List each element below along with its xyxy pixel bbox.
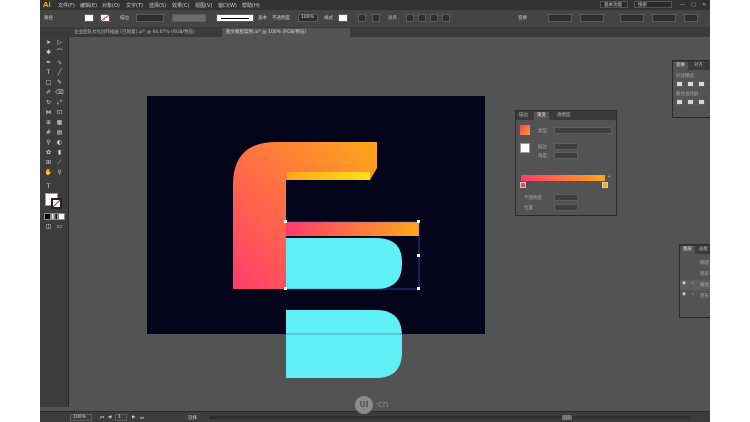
eye-icon[interactable]: ◉ bbox=[682, 292, 686, 297]
trim-button[interactable] bbox=[687, 99, 694, 105]
intersect-button[interactable] bbox=[698, 81, 705, 87]
pathfinders-label: 路径查找器 bbox=[676, 92, 699, 97]
zoom-select[interactable]: 100% bbox=[70, 414, 92, 421]
gradient-panel: 描边 渐变 透明度 类型 描边 角度 ▾ 不透明度 位置 bbox=[515, 110, 617, 216]
gradient-bar-shape[interactable] bbox=[286, 222, 419, 236]
chevron-right-icon[interactable]: › bbox=[692, 292, 694, 297]
gradient-slider[interactable] bbox=[521, 175, 605, 181]
opacity-label: 不透明度 bbox=[524, 196, 542, 201]
anchor-point[interactable] bbox=[417, 220, 420, 223]
opacity-field[interactable] bbox=[554, 194, 578, 201]
gradient-stop-start[interactable] bbox=[520, 182, 526, 188]
tab-transparency[interactable]: 透明度 bbox=[554, 112, 574, 120]
illustrator-window: Ai 文件(F) 编辑(E) 对象(O) 文字(T) 选择(S) 效果(C) 视… bbox=[40, 0, 710, 422]
anchor-point[interactable] bbox=[417, 254, 420, 257]
tab-align[interactable]: 对齐 bbox=[691, 62, 706, 70]
tab-artboards[interactable]: 画板 bbox=[696, 246, 710, 254]
cyan-d-shape-bottom[interactable] bbox=[286, 310, 402, 378]
eye-icon[interactable]: ◉ bbox=[682, 281, 686, 286]
last-page-icon[interactable]: ⏭ bbox=[140, 415, 144, 421]
gradient-type-select[interactable] bbox=[554, 127, 612, 134]
scrollbar-thumb[interactable] bbox=[562, 415, 572, 420]
watermark-suffix: ·cn bbox=[375, 400, 389, 410]
stroke-option-field[interactable] bbox=[554, 143, 578, 150]
layers-panel-header: 图层 画板 bbox=[680, 245, 710, 254]
chevron-right-icon[interactable]: › bbox=[692, 281, 694, 286]
gradient-panel-header: 描边 渐变 透明度 bbox=[516, 111, 616, 120]
location-field[interactable] bbox=[554, 204, 578, 211]
fill-stroke-toggle[interactable] bbox=[520, 143, 530, 153]
tab-transform[interactable]: 变换 bbox=[673, 62, 688, 70]
small-gradient-bar[interactable] bbox=[287, 172, 370, 180]
location-label: 位置 bbox=[524, 206, 533, 211]
layer-row[interactable]: 矩形 bbox=[680, 269, 710, 279]
watermark-badge: UI bbox=[355, 396, 373, 414]
first-page-icon[interactable]: ⏮ bbox=[100, 415, 104, 421]
prev-page-icon[interactable]: ◀ bbox=[108, 415, 111, 420]
next-page-icon[interactable]: ▶ bbox=[132, 415, 135, 420]
type-label: 类型 bbox=[538, 129, 547, 134]
layer-row[interactable]: ◉ › 矩形 bbox=[680, 291, 710, 301]
tab-gradient[interactable]: 渐变 bbox=[534, 112, 549, 120]
minus-front-button[interactable] bbox=[687, 81, 694, 87]
angle-field[interactable] bbox=[554, 152, 578, 159]
anchor-point[interactable] bbox=[284, 287, 287, 290]
page-field[interactable]: 1 bbox=[115, 414, 127, 421]
trash-icon[interactable]: ▾ bbox=[608, 175, 610, 180]
layers-panel: 图层 画板 椭圆 矩形 ◉ › 路径 ◉ › 矩形 bbox=[679, 244, 710, 318]
anchor-point[interactable] bbox=[284, 220, 287, 223]
tab-layers[interactable]: 图层 bbox=[680, 246, 695, 254]
status-mode: 选择 bbox=[188, 416, 197, 421]
gradient-stop-end[interactable] bbox=[602, 182, 608, 188]
horizontal-scrollbar[interactable] bbox=[210, 415, 690, 420]
page-value: 1 bbox=[118, 415, 121, 420]
stroke-label: 描边 bbox=[538, 145, 547, 150]
angle-label: 角度 bbox=[538, 154, 547, 159]
anchor-point[interactable] bbox=[417, 287, 420, 290]
cyan-d-shape-top[interactable] bbox=[286, 238, 402, 289]
merge-button[interactable] bbox=[698, 99, 705, 105]
shape-modes-label: 形状模式 bbox=[676, 74, 694, 79]
zoom-value: 100% bbox=[73, 415, 86, 420]
gradient-preview-swatch[interactable] bbox=[520, 125, 530, 135]
pathfinder-panel: 变换 对齐 形状模式 路径查找器 bbox=[672, 60, 710, 118]
tab-stroke[interactable]: 描边 bbox=[516, 112, 531, 120]
divide-button[interactable] bbox=[676, 99, 683, 105]
watermark-logo: UI ·cn bbox=[355, 396, 415, 416]
layer-row[interactable]: 椭圆 bbox=[680, 258, 710, 268]
unite-button[interactable] bbox=[676, 81, 683, 87]
layer-row-selected[interactable]: ◉ › 路径 bbox=[680, 280, 710, 290]
pathfinder-panel-header: 变换 对齐 bbox=[673, 61, 710, 70]
